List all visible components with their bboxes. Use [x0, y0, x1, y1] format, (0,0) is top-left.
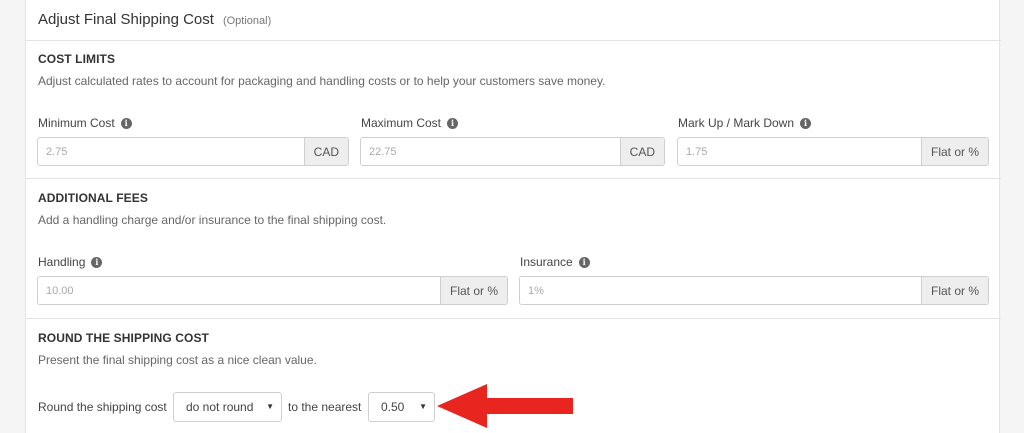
caret-down-icon: ▼: [266, 402, 274, 411]
currency-addon: CAD: [619, 138, 664, 165]
handling-label: Handling i: [38, 255, 103, 269]
maximum-cost-label: Maximum Cost i: [361, 116, 459, 130]
rounding-description: Present the final shipping cost as a nic…: [38, 353, 317, 367]
flat-or-percent-addon: Flat or %: [920, 138, 988, 165]
handling-input[interactable]: [38, 277, 440, 304]
rounding-mode-select[interactable]: do not round ▼: [173, 392, 282, 422]
handling-field: Flat or %: [37, 276, 508, 305]
red-arrow-icon: [437, 384, 573, 428]
rounding-title: ROUND THE SHIPPING COST: [38, 331, 209, 345]
panel-title: Adjust Final Shipping Cost: [38, 11, 214, 28]
divider: [26, 318, 1001, 319]
flat-or-percent-addon: Flat or %: [920, 277, 988, 304]
panel-header: Adjust Final Shipping Cost (Optional): [38, 11, 271, 28]
caret-down-icon: ▼: [419, 402, 427, 411]
info-icon[interactable]: i: [578, 256, 590, 268]
rounding-mode-value: do not round: [186, 400, 254, 414]
nearest-value-select[interactable]: 0.50 ▼: [368, 392, 435, 422]
divider: [26, 40, 1001, 41]
maximum-cost-input[interactable]: [361, 138, 620, 165]
info-icon[interactable]: i: [91, 256, 103, 268]
markup-field: Flat or %: [677, 137, 989, 166]
minimum-cost-field: CAD: [37, 137, 349, 166]
minimum-cost-label-text: Minimum Cost: [38, 116, 115, 130]
insurance-label-text: Insurance: [520, 255, 573, 269]
maximum-cost-label-text: Maximum Cost: [361, 116, 442, 130]
nearest-value: 0.50: [381, 400, 405, 414]
additional-fees-description: Add a handling charge and/or insurance t…: [38, 213, 387, 227]
nearest-label: to the nearest: [288, 400, 362, 414]
minimum-cost-input[interactable]: [38, 138, 304, 165]
currency-addon: CAD: [303, 138, 348, 165]
divider: [26, 178, 1001, 179]
flat-or-percent-addon: Flat or %: [439, 277, 507, 304]
round-prefix-label: Round the shipping cost: [38, 400, 167, 414]
cost-limits-title: COST LIMITS: [38, 52, 116, 66]
insurance-field: Flat or %: [519, 276, 989, 305]
markup-label-text: Mark Up / Mark Down: [678, 116, 795, 130]
cost-limits-description: Adjust calculated rates to account for p…: [38, 74, 606, 88]
insurance-input[interactable]: [520, 277, 921, 304]
additional-fees-title: ADDITIONAL FEES: [38, 191, 148, 205]
insurance-label: Insurance i: [520, 255, 590, 269]
info-icon[interactable]: i: [447, 117, 459, 129]
markup-input[interactable]: [678, 138, 921, 165]
handling-label-text: Handling: [38, 255, 86, 269]
info-icon[interactable]: i: [800, 117, 812, 129]
markup-label: Mark Up / Mark Down i: [678, 116, 812, 130]
maximum-cost-field: CAD: [360, 137, 665, 166]
optional-tag: (Optional): [222, 15, 272, 27]
info-icon[interactable]: i: [120, 117, 132, 129]
minimum-cost-label: Minimum Cost i: [38, 116, 132, 130]
shipping-cost-panel: Adjust Final Shipping Cost (Optional) CO…: [25, 0, 1001, 433]
